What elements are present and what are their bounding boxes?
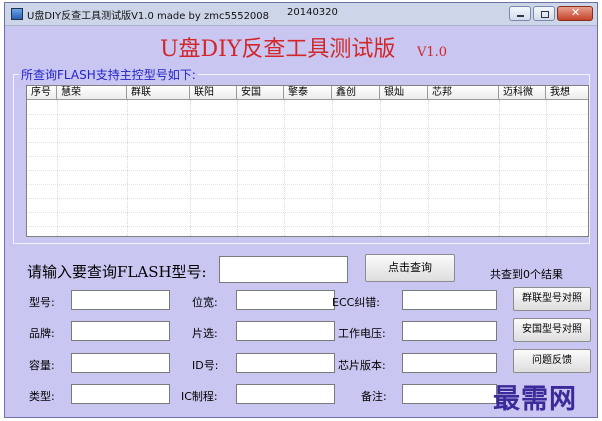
- type-field[interactable]: [71, 384, 170, 404]
- id-label: ID号:: [192, 359, 219, 372]
- capacity-field[interactable]: [71, 353, 170, 373]
- app-title: U盘DIY反查工具测试版: [160, 37, 396, 62]
- watermark-logo: 最需网: [493, 384, 577, 415]
- phison-model-compare-button[interactable]: 群联型号对照: [513, 287, 591, 311]
- capacity-label: 容量:: [29, 359, 55, 372]
- brand-field[interactable]: [71, 321, 170, 341]
- chip-select-field[interactable]: [236, 321, 335, 341]
- query-button[interactable]: 点击查询: [365, 254, 455, 282]
- result-count: 共查到0个结果: [490, 268, 563, 281]
- model-label: 型号:: [29, 296, 55, 309]
- flash-model-input[interactable]: [219, 256, 348, 283]
- alcor-model-compare-button[interactable]: 安国型号对照: [513, 318, 591, 342]
- app-version: V1.0: [417, 45, 448, 60]
- column-header-skymedi[interactable]: 擎泰: [284, 86, 332, 100]
- chip-select-label: 片选:: [192, 327, 218, 340]
- window-title: U盘DIY反查工具测试版V1.0 made by zmc5552008: [27, 11, 270, 22]
- column-header-phison[interactable]: 群联: [127, 86, 190, 100]
- voltage-field[interactable]: [402, 321, 497, 341]
- voltage-label: 工作电压:: [338, 327, 386, 340]
- chip-version-field[interactable]: [402, 353, 497, 373]
- column-header-silicon-motion[interactable]: 慧荣: [57, 86, 127, 100]
- column-header-usbest[interactable]: 鑫创: [332, 86, 380, 100]
- ic-process-label: IC制程:: [181, 390, 218, 403]
- column-header-wo-xiang[interactable]: 我想: [546, 86, 588, 100]
- column-header-maxio[interactable]: 迈科微: [499, 86, 546, 100]
- bit-width-field[interactable]: [236, 290, 335, 310]
- ecc-label: ECC纠错:: [332, 296, 381, 309]
- feedback-button[interactable]: 问题反馈: [513, 349, 591, 373]
- title-bar[interactable]: U盘DIY反查工具测试版V1.0 made by zmc5552008 2014…: [5, 3, 597, 26]
- minimize-icon[interactable]: [509, 6, 531, 21]
- close-icon[interactable]: [557, 6, 593, 21]
- column-header-alcor[interactable]: 安国: [237, 86, 284, 100]
- list-grid: [27, 100, 588, 236]
- brand-label: 品牌:: [29, 327, 55, 340]
- chip-version-label: 芯片版本:: [338, 359, 386, 372]
- remark-label: 备注:: [361, 390, 387, 403]
- column-header-ite[interactable]: 联阳: [190, 86, 237, 100]
- controller-list[interactable]: 序号 慧荣 群联 联阳 安国 擎泰 鑫创 银灿 芯邦 迈科微 我想: [26, 85, 589, 237]
- window-controls: [509, 6, 593, 21]
- main-window: U盘DIY反查工具测试版V1.0 made by zmc5552008 2014…: [4, 2, 598, 418]
- bit-width-label: 位宽:: [192, 296, 218, 309]
- query-label: 请输入要查询FLASH型号:: [27, 263, 207, 281]
- app-icon: [11, 8, 23, 20]
- ic-process-field[interactable]: [236, 384, 335, 404]
- column-header-chipsbank[interactable]: 芯邦: [428, 86, 499, 100]
- maximize-icon[interactable]: [533, 6, 555, 21]
- type-label: 类型:: [29, 390, 55, 403]
- column-header-innostor[interactable]: 银灿: [380, 86, 428, 100]
- group-label: 所查询FLASH支持主控型号如下:: [19, 66, 198, 83]
- id-field[interactable]: [236, 353, 335, 373]
- list-header: 序号 慧荣 群联 联阳 安国 擎泰 鑫创 银灿 芯邦 迈科微 我想: [27, 86, 588, 100]
- model-field[interactable]: [71, 290, 170, 310]
- ecc-field[interactable]: [402, 290, 497, 310]
- remark-field[interactable]: [402, 384, 497, 404]
- column-header-index[interactable]: 序号: [27, 86, 57, 100]
- window-title-date: 20140320: [287, 7, 338, 18]
